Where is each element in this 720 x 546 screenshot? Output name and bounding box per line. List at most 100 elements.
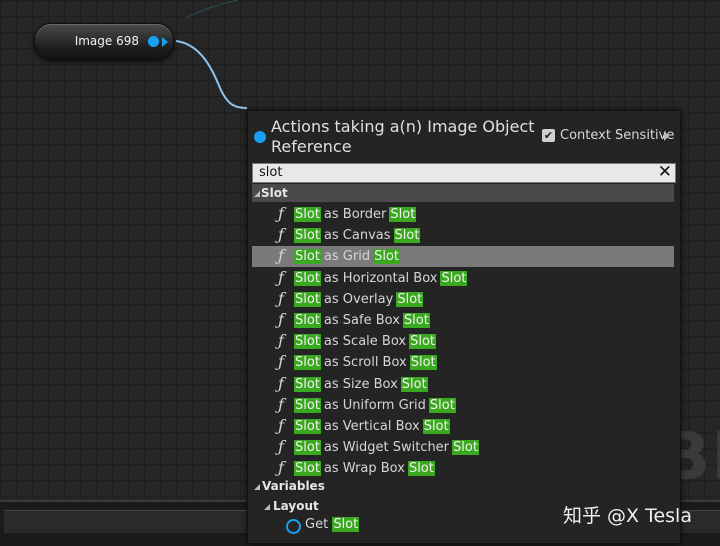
function-icon: ƒ [278,373,284,393]
search-highlight: Slot [294,461,321,477]
function-item-label: Slot as Border Slot [294,207,417,222]
menu-title: Actions taking a(n) Image Object Referen… [271,117,535,156]
collapse-triangle-icon[interactable] [264,504,270,510]
function-icon: ƒ [278,458,284,478]
search-highlight: Slot [294,419,321,434]
function-item[interactable]: ƒ Slot as Widget Switcher Slot [252,437,674,458]
function-item-label: Slot as Vertical Box Slot [294,419,450,434]
search-highlight: Slot [332,517,360,532]
function-item[interactable]: ƒ Slot as Vertical Box Slot [252,416,674,437]
function-item-label: Slot as Widget Switcher Slot [294,440,479,456]
function-item-label: Slot as Safe Box Slot [294,313,430,328]
search-highlight: Slot [396,291,424,307]
function-item-label: Slot as Horizontal Box Slot [294,270,468,286]
function-item-label: Slot as Uniform Grid Slot [294,397,456,413]
function-item-middle: as Grid [323,249,371,265]
category-layout[interactable]: Layout [262,498,462,516]
category-layout-label: Layout [273,499,319,513]
function-icon: ƒ [278,288,284,308]
category-slot-label: Slot [261,186,288,200]
search-highlight: Slot [294,334,321,350]
connection-wire [175,40,248,109]
function-item-middle: as Size Box [323,376,398,392]
function-item[interactable]: ƒ Slot as Uniform Grid Slot [252,395,674,416]
search-value[interactable]: slot [259,165,282,180]
clear-search-icon[interactable]: ✕ [658,162,672,182]
function-item-middle: as Horizontal Box [323,270,438,286]
function-icon: ƒ [278,246,284,266]
function-item-middle: as Border [323,207,387,222]
search-highlight: Slot [294,270,321,286]
output-pin-icon[interactable] [148,36,159,47]
function-item-middle: as Vertical Box [323,419,420,434]
get-slot-item[interactable]: Get Slot [305,517,360,532]
variable-get-icon [286,519,301,534]
search-highlight: Slot [409,334,436,350]
collapse-triangle-icon[interactable] [254,484,260,490]
category-variables-label: Variables [262,479,325,493]
search-highlight: Slot [409,355,437,371]
search-highlight: Slot [294,440,321,456]
search-highlight: Slot [402,313,430,328]
search-highlight: Slot [428,397,456,413]
faint-wire [185,0,239,19]
function-item-middle: as Uniform Grid [323,397,426,413]
search-highlight: Slot [294,207,321,222]
context-sensitive-label: Context Sensitive [560,128,675,143]
search-highlight: Slot [407,461,435,477]
search-input[interactable]: slot ✕ [252,162,676,183]
search-highlight: Slot [400,376,428,392]
function-item-middle: as Canvas [323,228,391,244]
object-reference-icon [254,131,266,143]
category-variables[interactable]: Variables [252,478,452,496]
function-item-middle: as Wrap Box [323,461,405,477]
node-label: Image 698 [74,34,139,48]
search-highlight: Slot [452,440,479,456]
collapse-triangle-icon[interactable] [254,191,260,197]
function-item[interactable]: ƒ Slot as Horizontal Box Slot [252,268,674,289]
function-item-label: Slot as Scale Box Slot [294,334,436,350]
category-slot[interactable]: Slot [252,184,674,202]
search-highlight: Slot [294,249,321,265]
function-icon: ƒ [278,352,284,372]
function-item-middle: as Widget Switcher [323,440,450,456]
function-item[interactable]: ƒ Slot as Grid Slot [252,246,674,268]
search-highlight: Slot [294,228,321,244]
function-item-label: Slot as Size Box Slot [294,376,428,392]
function-item[interactable]: ƒ Slot as Scroll Box Slot [252,352,674,373]
menu-header: Actions taking a(n) Image Object Referen… [248,111,680,161]
function-icon: ƒ [278,267,284,287]
function-icon: ƒ [278,394,284,414]
action-menu: Actions taking a(n) Image Object Referen… [247,110,681,544]
function-item-middle: as Scale Box [323,334,407,350]
function-item[interactable]: ƒ Slot as Size Box Slot [252,374,674,395]
search-highlight: Slot [294,376,321,392]
search-highlight: Slot [294,355,321,371]
function-item-middle: as Safe Box [323,313,400,328]
search-highlight: Slot [393,228,421,244]
function-item[interactable]: ƒ Slot as Safe Box Slot [252,310,674,331]
function-icon: ƒ [278,204,284,223]
function-icon: ƒ [278,310,284,329]
image-variable-node[interactable]: Image 698 [34,23,174,60]
search-highlight: Slot [373,249,400,265]
function-item[interactable]: ƒ Slot as Scale Box Slot [252,331,674,352]
checkbox-checked-icon[interactable]: ✔ [542,129,555,142]
function-item-label: Slot as Scroll Box Slot [294,355,437,371]
function-item-middle: as Scroll Box [323,355,407,371]
function-icon: ƒ [278,416,284,435]
search-highlight: Slot [440,270,468,286]
search-highlight: Slot [294,291,321,307]
function-item-middle: as Overlay [323,291,394,307]
search-highlight: Slot [389,207,417,222]
function-item-label: Slot as Grid Slot [294,249,400,265]
function-item[interactable]: ƒ Slot as Overlay Slot [252,289,674,310]
watermark: 知乎 @X Tesla [563,505,692,527]
function-item-label: Slot as Canvas Slot [294,228,421,244]
expand-arrow-icon[interactable] [664,131,669,141]
function-item[interactable]: ƒ Slot as Border Slot [252,204,674,225]
function-item[interactable]: ƒ Slot as Canvas Slot [252,225,674,246]
function-item[interactable]: ƒ Slot as Wrap Box Slot [252,458,674,479]
function-item-label: Slot as Wrap Box Slot [294,461,435,477]
search-highlight: Slot [294,313,321,328]
